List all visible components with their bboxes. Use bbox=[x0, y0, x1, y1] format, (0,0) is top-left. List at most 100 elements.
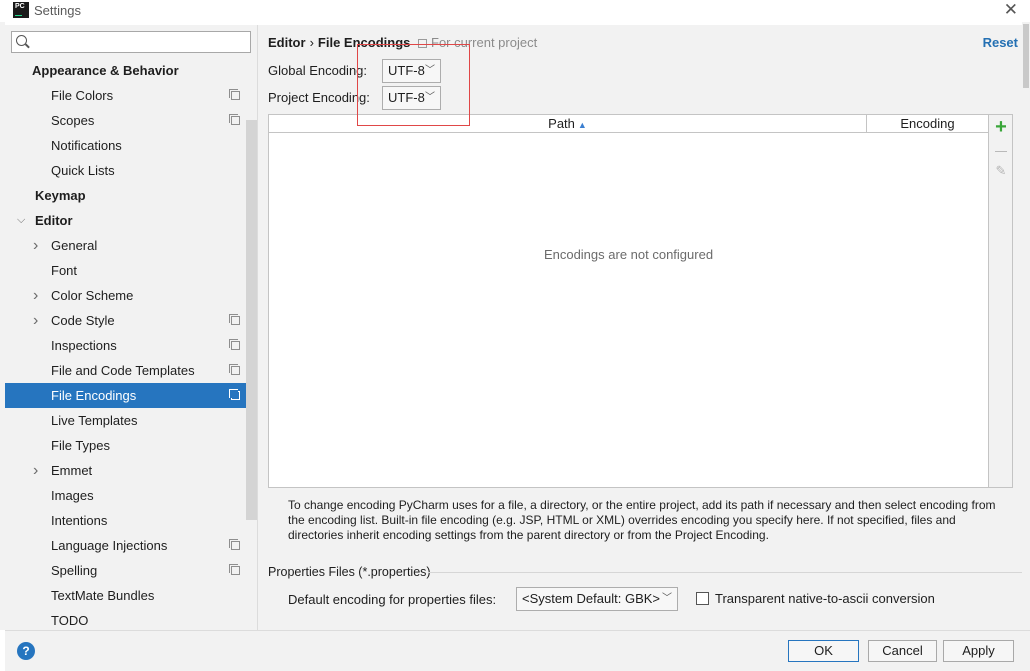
project-level-icon bbox=[229, 364, 240, 375]
breadcrumb-current: File Encodings bbox=[317, 35, 411, 50]
sidebar-item-file-and-code-templates[interactable]: File and Code Templates bbox=[5, 358, 257, 383]
breadcrumb-parent: Editor bbox=[268, 35, 306, 50]
app-icon-text: PC bbox=[15, 3, 25, 10]
project-scope-icon bbox=[418, 39, 427, 48]
chevron-down-icon[interactable]: ⌵ bbox=[17, 208, 25, 233]
sidebar-item-scopes[interactable]: Scopes bbox=[5, 108, 257, 133]
encoding-mappings-table[interactable]: Path ▲ Encoding Encodings are not configu… bbox=[268, 114, 989, 488]
background-window-scrollbar bbox=[1022, 22, 1030, 630]
pycharm-logo-icon: PC bbox=[13, 2, 29, 18]
reset-link[interactable]: Reset bbox=[983, 35, 1018, 50]
remove-icon[interactable] bbox=[989, 143, 1013, 158]
encoding-column-header[interactable]: Encoding bbox=[867, 115, 988, 133]
sidebar-item-emmet[interactable]: › Emmet bbox=[5, 458, 257, 483]
transparent-conversion-checkbox[interactable] bbox=[696, 592, 709, 605]
search-input[interactable] bbox=[32, 33, 246, 51]
sidebar-item-inspections[interactable]: Inspections bbox=[5, 333, 257, 358]
project-encoding-value: UTF-8 bbox=[388, 90, 425, 105]
sidebar-item-code-style[interactable]: › Code Style bbox=[5, 308, 257, 333]
sidebar-item-general[interactable]: › General bbox=[5, 233, 257, 258]
sidebar-item-color-scheme[interactable]: › Color Scheme bbox=[5, 283, 257, 308]
cancel-button[interactable]: Cancel bbox=[868, 640, 937, 662]
breadcrumb: Editor › File Encodings bbox=[268, 35, 410, 50]
project-level-icon bbox=[229, 114, 240, 125]
sidebar-scrollbar-thumb[interactable] bbox=[246, 120, 257, 520]
properties-encoding-value: <System Default: GBK> bbox=[522, 591, 661, 606]
properties-section-title: Properties Files (*.properties) bbox=[268, 565, 431, 579]
sidebar-item-images[interactable]: Images bbox=[5, 483, 257, 508]
chevron-right-icon[interactable]: › bbox=[33, 458, 38, 483]
project-encoding-combo[interactable]: UTF-8 ﹀ bbox=[382, 86, 441, 110]
search-field[interactable] bbox=[11, 31, 251, 53]
project-level-icon bbox=[229, 389, 240, 400]
sidebar-item-keymap[interactable]: Keymap bbox=[5, 183, 257, 208]
chevron-right-icon[interactable]: › bbox=[33, 283, 38, 308]
properties-encoding-combo[interactable]: <System Default: GBK> ﹀ bbox=[516, 587, 678, 611]
apply-button[interactable]: Apply bbox=[943, 640, 1014, 662]
sidebar-item-quick-lists[interactable]: Quick Lists bbox=[5, 158, 257, 183]
sidebar-item-font[interactable]: Font bbox=[5, 258, 257, 283]
sidebar-item-label: File Types bbox=[51, 438, 111, 453]
sidebar-item-live-templates[interactable]: Live Templates bbox=[5, 408, 257, 433]
properties-default-encoding-label: Default encoding for properties files: bbox=[288, 592, 497, 607]
sidebar-item-label: Language Injections bbox=[51, 538, 168, 553]
sidebar-item-label: Keymap bbox=[35, 188, 86, 203]
sidebar-item-label: Live Templates bbox=[51, 413, 138, 428]
sidebar-item-label: General bbox=[51, 238, 98, 253]
sidebar-item-label: Spelling bbox=[51, 563, 98, 578]
project-level-icon bbox=[229, 89, 240, 100]
sidebar-item-label: Color Scheme bbox=[51, 288, 134, 303]
window-title: Settings bbox=[34, 3, 81, 18]
sidebar-item-file-encodings[interactable]: File Encodings bbox=[5, 383, 257, 408]
file-encodings-panel: Editor › File Encodings For current projec… bbox=[258, 25, 1022, 630]
scope-note-text: For current project bbox=[431, 35, 538, 50]
path-column-header[interactable]: Path ▲ bbox=[269, 115, 867, 133]
global-encoding-value: UTF-8 bbox=[388, 63, 425, 78]
sidebar-item-language-injections[interactable]: Language Injections bbox=[5, 533, 257, 558]
sidebar-item-file-types[interactable]: File Types bbox=[5, 433, 257, 458]
help-icon[interactable]: ? bbox=[17, 642, 35, 660]
add-icon[interactable]: + bbox=[989, 117, 1013, 137]
search-icon bbox=[16, 35, 27, 46]
sidebar-item-editor[interactable]: ⌵ Editor bbox=[5, 208, 257, 233]
edit-pencil-icon[interactable]: ✎ bbox=[989, 163, 1013, 179]
chevron-right-icon[interactable]: › bbox=[33, 233, 38, 258]
sidebar-item-file-colors[interactable]: File Colors bbox=[5, 83, 257, 108]
project-level-icon bbox=[229, 314, 240, 325]
sidebar-item-label: File and Code Templates bbox=[51, 363, 195, 378]
close-icon[interactable]: ✕ bbox=[1004, 1, 1018, 19]
sidebar-item-label: Font bbox=[51, 263, 78, 278]
sidebar-item-notifications[interactable]: Notifications bbox=[5, 133, 257, 158]
sidebar-item-appearance-behavior[interactable]: Appearance & Behavior bbox=[5, 58, 257, 83]
sidebar-item-label: Editor bbox=[35, 213, 73, 228]
sidebar-item-spelling[interactable]: Spelling bbox=[5, 558, 257, 583]
sidebar-item-todo[interactable]: TODO bbox=[5, 608, 257, 630]
scope-note: For current project bbox=[418, 35, 537, 50]
title-bar: PC Settings ✕ bbox=[0, 0, 1030, 22]
sidebar-item-label: Appearance & Behavior bbox=[32, 63, 179, 78]
sidebar-item-textmate-bundles[interactable]: TextMate Bundles bbox=[5, 583, 257, 608]
global-encoding-combo[interactable]: UTF-8 ﹀ bbox=[382, 59, 441, 83]
chevron-down-icon: ﹀ bbox=[425, 92, 435, 103]
sidebar-item-label: TODO bbox=[51, 613, 89, 628]
ok-button[interactable]: OK bbox=[788, 640, 859, 662]
path-column-label: Path bbox=[548, 116, 575, 131]
chevron-right-icon[interactable]: › bbox=[33, 308, 38, 333]
project-level-icon bbox=[229, 539, 240, 550]
sidebar-item-label: Intentions bbox=[51, 513, 108, 528]
encoding-help-text: To change encoding PyCharm uses for a fi… bbox=[288, 498, 996, 542]
sort-ascending-icon: ▲ bbox=[577, 120, 587, 130]
table-header: Path ▲ Encoding bbox=[269, 115, 988, 133]
section-divider bbox=[428, 572, 1022, 573]
dialog-button-bar: ? OK Cancel Apply bbox=[5, 630, 1030, 671]
sidebar-item-intentions[interactable]: Intentions bbox=[5, 508, 257, 533]
sidebar-item-label: TextMate Bundles bbox=[51, 588, 155, 603]
sidebar-item-label: Scopes bbox=[51, 113, 95, 128]
table-empty-message: Encodings are not configured bbox=[543, 247, 714, 262]
project-encoding-label: Project Encoding: bbox=[268, 90, 370, 105]
sidebar-item-label: Emmet bbox=[51, 463, 93, 478]
chevron-down-icon: ﹀ bbox=[425, 65, 435, 76]
settings-tree: Appearance & Behavior File Colors Scopes No… bbox=[5, 58, 257, 630]
transparent-conversion-label[interactable]: Transparent native-to-ascii conversion bbox=[715, 591, 935, 606]
project-level-icon bbox=[229, 564, 240, 575]
